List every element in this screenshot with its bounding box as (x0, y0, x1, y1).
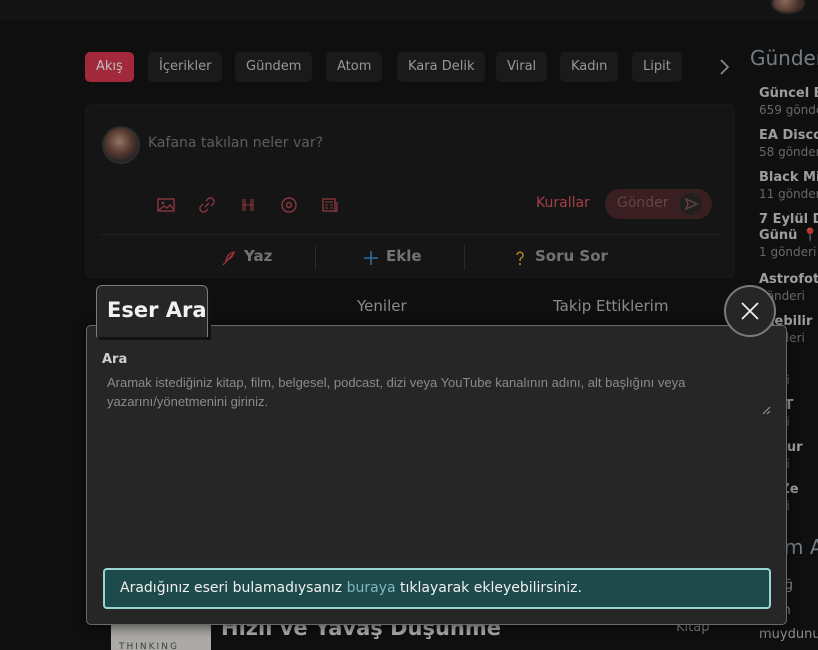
modal-title: Eser Ara (107, 298, 207, 322)
close-icon (741, 302, 759, 320)
add-work-link[interactable]: buraya (347, 580, 396, 596)
search-input[interactable] (100, 370, 772, 412)
notice-text-after: tıklayarak ekleyebilirsiniz. (400, 580, 582, 596)
modal-title-tab: Eser Ara (96, 285, 208, 337)
close-button[interactable] (724, 285, 776, 337)
search-field-label: Ara (102, 352, 128, 367)
resize-handle-icon[interactable] (761, 400, 771, 415)
notice-text: Aradığınız eseri bulamadıysanız buraya t… (120, 580, 582, 596)
notice-text-before: Aradığınız eseri bulamadıysanız (120, 580, 343, 596)
not-found-notice: Aradığınız eseri bulamadıysanız buraya t… (103, 568, 771, 609)
search-work-modal: Ara Aradığınız eseri bulamadıysanız bura… (86, 325, 787, 625)
